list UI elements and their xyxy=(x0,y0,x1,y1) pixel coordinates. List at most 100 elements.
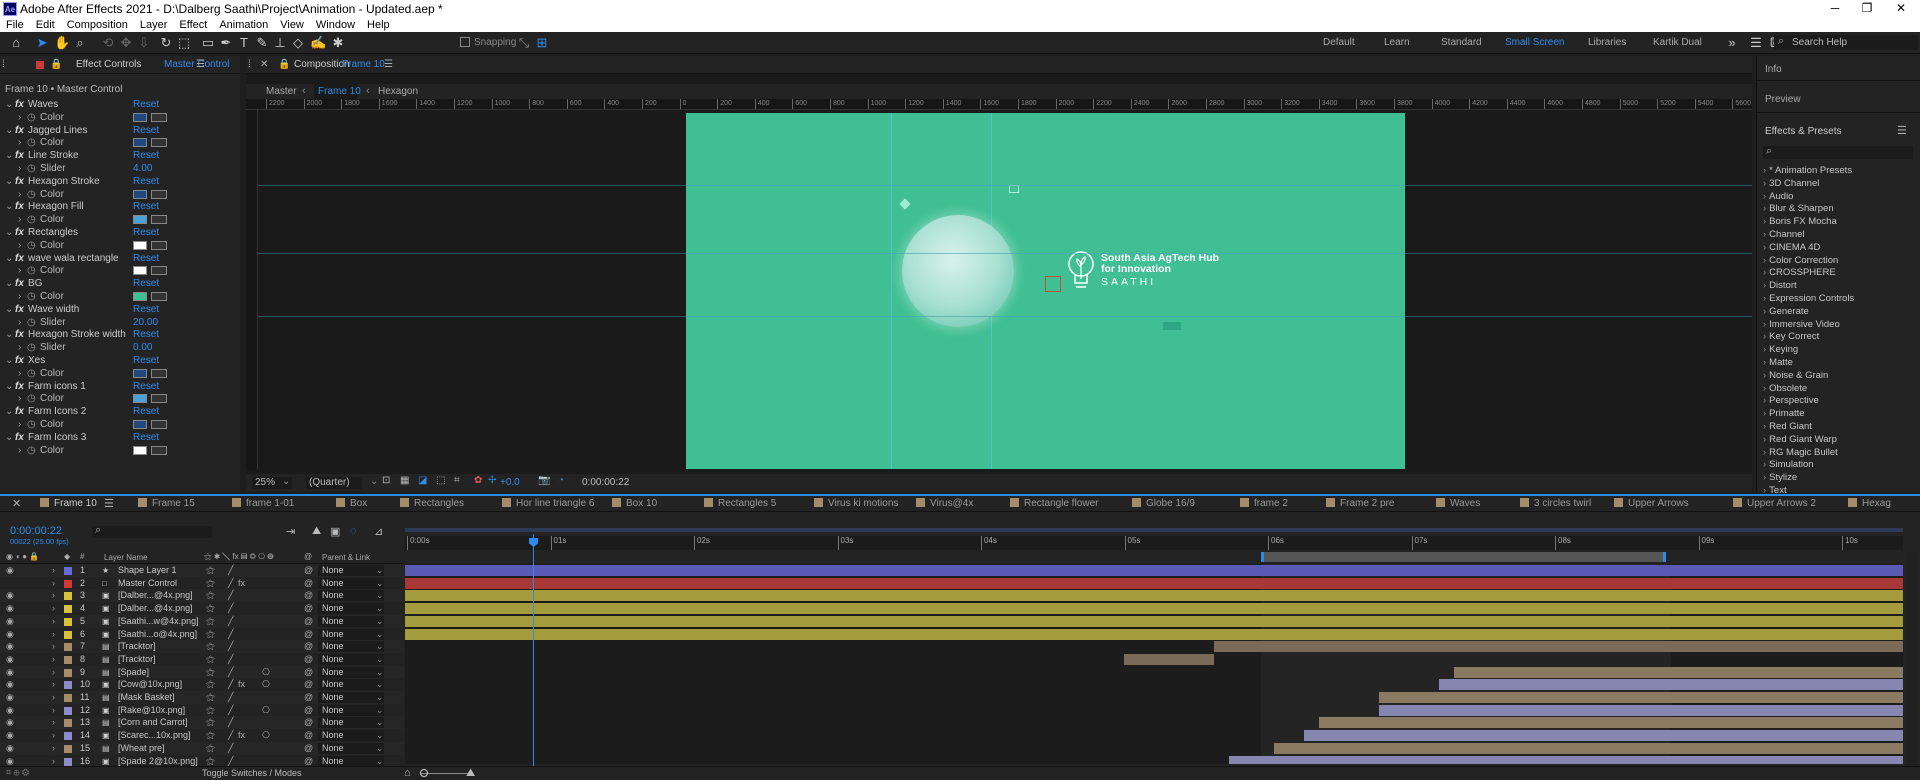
type-tool-icon[interactable]: T xyxy=(236,35,252,51)
expand-arrow-icon[interactable]: › xyxy=(52,704,55,717)
toggle-switches-modes[interactable]: Toggle Switches / Modes xyxy=(202,768,302,778)
effect-category[interactable]: › Perspective xyxy=(1763,395,1819,406)
parent-dropdown[interactable]: None xyxy=(318,628,384,640)
effect-category[interactable]: › Blur & Sharpen xyxy=(1763,203,1834,214)
pick-whip-icon[interactable]: @ xyxy=(304,742,313,755)
stopwatch-icon[interactable]: ◷ xyxy=(27,188,36,201)
stopwatch-icon[interactable]: ◷ xyxy=(27,341,36,354)
exposure-value[interactable]: +0.0 xyxy=(500,477,520,488)
slider-value[interactable]: 4.00 xyxy=(133,162,152,175)
parent-dropdown[interactable]: None xyxy=(318,653,384,665)
color-swatch[interactable] xyxy=(133,112,147,122)
hand-tool-icon[interactable]: ✋ xyxy=(54,35,70,51)
shy-switch-icon[interactable]: ⚝ xyxy=(206,564,215,577)
reset-link[interactable]: Reset xyxy=(133,252,159,265)
motion-blur-switch-icon[interactable]: ⎔ xyxy=(262,729,270,742)
layer-duration-bar[interactable] xyxy=(1438,679,1903,691)
layer-name[interactable]: [Tracktor] xyxy=(118,653,156,666)
effect-category[interactable]: › Primatte xyxy=(1763,408,1805,419)
quality-switch-icon[interactable]: ╱ xyxy=(228,666,233,679)
timeline-tab[interactable]: frame 1-01 xyxy=(232,498,294,509)
slider-value[interactable]: 20.00 xyxy=(133,316,158,329)
quality-switch-icon[interactable]: ╱ xyxy=(228,678,233,691)
puppet-tool-icon[interactable]: ✱ xyxy=(330,35,346,51)
lock-icon[interactable]: 🔒 xyxy=(278,56,290,74)
expand-arrow-icon[interactable]: ⌄ xyxy=(5,226,13,239)
fx-icon[interactable]: fx xyxy=(15,149,24,162)
parent-dropdown[interactable]: None xyxy=(318,730,384,742)
quality-switch-icon[interactable]: ╱ xyxy=(228,602,233,615)
layer-row[interactable]: ◉ › 1 ★ Shape Layer 1 ⚝ ╱ @ None ⌄ xyxy=(0,564,404,577)
parent-dropdown[interactable]: None xyxy=(318,679,384,691)
layer-name-header[interactable]: Layer Name xyxy=(104,553,148,562)
reset-link[interactable]: Reset xyxy=(133,226,159,239)
menu-help[interactable]: Help xyxy=(367,18,390,32)
glass-orb[interactable] xyxy=(902,215,1014,327)
expand-arrow-icon[interactable]: › xyxy=(18,316,21,329)
shy-switch-icon[interactable]: ⚝ xyxy=(206,653,215,666)
shy-switch-icon[interactable]: ⚝ xyxy=(206,628,215,641)
effect-category[interactable]: › Noise & Grain xyxy=(1763,370,1828,381)
shy-icon[interactable]: ⛰ xyxy=(312,525,321,538)
region-of-interest-icon[interactable]: ⬚ xyxy=(436,475,445,486)
layer-row[interactable]: ◉ › 4 ▣ [Dalber...@4x.png] ⚝ ╱ @ None ⌄ xyxy=(0,602,404,616)
quality-switch-icon[interactable]: ╱ xyxy=(228,589,233,602)
clone-stamp-icon[interactable]: ⊥ xyxy=(272,35,288,51)
parent-dropdown[interactable]: None xyxy=(318,603,384,615)
color-swatch[interactable] xyxy=(133,292,147,301)
timeline-tab[interactable]: Frame 2 pre xyxy=(1326,498,1394,509)
pick-whip-icon[interactable]: @ xyxy=(304,653,313,666)
expand-arrow-icon[interactable]: › xyxy=(18,213,21,226)
expand-arrow-icon[interactable]: › xyxy=(52,666,55,679)
expand-arrow-icon[interactable]: › xyxy=(18,162,21,175)
slider-value[interactable]: 0.00 xyxy=(133,341,152,354)
parent-dropdown[interactable]: None xyxy=(318,704,384,716)
fx-icon[interactable]: fx xyxy=(15,328,24,341)
layer-name[interactable]: [Spade] xyxy=(118,666,149,679)
color-swatch[interactable] xyxy=(133,215,147,225)
stopwatch-icon[interactable]: ◷ xyxy=(27,264,36,277)
layer-row[interactable]: ◉ › 8 ▤ [Tracktor] ⚝ ╱ @ None ⌄ xyxy=(0,652,404,666)
effect-row[interactable]: ⌄ fx Xes Reset xyxy=(0,354,228,367)
parent-dropdown[interactable]: None xyxy=(318,755,384,767)
eyedropper-icon[interactable] xyxy=(151,266,167,276)
stopwatch-icon[interactable]: ◷ xyxy=(27,444,36,457)
quality-switch-icon[interactable]: ╱ xyxy=(228,564,233,577)
timeline-tab[interactable]: Upper Arrows xyxy=(1614,498,1689,509)
reset-link[interactable]: Reset xyxy=(133,354,159,367)
layer-duration-bar[interactable] xyxy=(1124,653,1214,665)
more-workspaces-icon[interactable]: » xyxy=(1724,35,1740,51)
zoom-in-icon[interactable]: ⛰ xyxy=(466,767,475,780)
menu-composition[interactable]: Composition xyxy=(67,18,128,32)
eyedropper-icon[interactable] xyxy=(151,189,167,199)
effect-row[interactable]: ⌄ fx Wave width Reset xyxy=(0,303,228,316)
expand-arrow-icon[interactable]: › xyxy=(52,653,55,666)
pick-whip-icon[interactable]: @ xyxy=(304,602,313,615)
layer-name[interactable]: Master Control xyxy=(118,577,177,590)
timeline-tab[interactable]: Frame 10 xyxy=(40,498,97,509)
layer-label-color[interactable] xyxy=(64,719,72,728)
orbit-tool-icon[interactable]: ⟲ xyxy=(100,35,116,51)
layer-label-color[interactable] xyxy=(64,592,72,601)
shy-switch-icon[interactable]: ⚝ xyxy=(206,691,215,704)
eyedropper-icon[interactable] xyxy=(151,368,167,378)
expand-arrow-icon[interactable]: ⌄ xyxy=(5,277,13,290)
expand-arrow-icon[interactable]: › xyxy=(18,136,21,149)
effect-row[interactable]: ⌄ fx Jagged Lines Reset xyxy=(0,124,228,137)
color-channels-icon[interactable]: ✿ xyxy=(474,475,482,486)
pick-whip-icon[interactable]: @ xyxy=(304,704,313,717)
expand-arrow-icon[interactable]: ⌄ xyxy=(5,431,13,444)
selection-tool-icon[interactable]: ➤ xyxy=(34,35,50,51)
expand-arrow-icon[interactable]: › xyxy=(18,392,21,405)
workspace-standard[interactable]: Standard xyxy=(1441,37,1482,48)
effect-category[interactable]: › Keying xyxy=(1763,344,1798,355)
panel-grip-icon[interactable]: ⁞ xyxy=(2,56,5,74)
layer-row[interactable]: ◉ › 5 ▣ [Saathi...w@4x.png] ⚝ ╱ @ None ⌄ xyxy=(0,614,404,628)
pick-whip-icon[interactable]: @ xyxy=(304,716,313,729)
expand-arrow-icon[interactable]: › xyxy=(18,444,21,457)
pick-whip-icon[interactable]: @ xyxy=(304,729,313,742)
effect-category[interactable]: › Generate xyxy=(1763,306,1809,317)
layer-duration-bar[interactable] xyxy=(1378,704,1903,716)
timeline-tab[interactable]: Rectangles 5 xyxy=(704,498,776,509)
minimize-icon[interactable]: ─ xyxy=(1820,1,1850,15)
